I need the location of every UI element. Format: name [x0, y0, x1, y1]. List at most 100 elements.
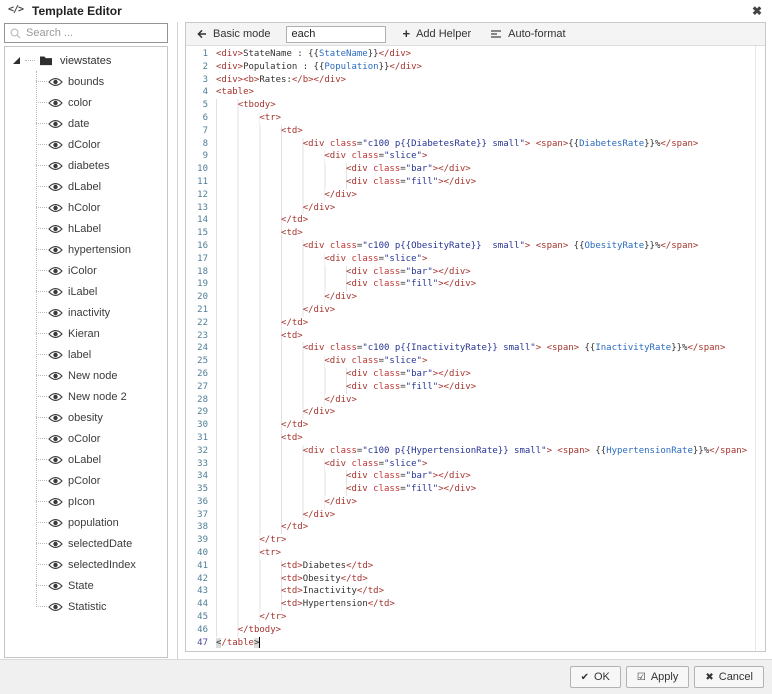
code-line[interactable]: 18 <div class="bar"></div>	[186, 266, 765, 279]
tree-item-label: State	[68, 580, 94, 592]
tree-item-label: color	[68, 97, 92, 109]
tree-item-hypertension[interactable]: hypertension	[5, 239, 167, 260]
code-line[interactable]: 41 <td>Diabetes</td>	[186, 560, 765, 573]
code-line[interactable]: 43 <td>Inactivity</td>	[186, 585, 765, 598]
code-line[interactable]: 19 <div class="fill"></div>	[186, 278, 765, 291]
line-number: 8	[186, 138, 208, 151]
code-line[interactable]: 42 <td>Obesity</td>	[186, 573, 765, 586]
auto-format-button[interactable]: Auto-format	[487, 26, 568, 42]
code-line[interactable]: 36 </div>	[186, 496, 765, 509]
scrollbar-track[interactable]	[755, 46, 756, 651]
expand-triangle-icon[interactable]	[12, 56, 21, 65]
code-line[interactable]: 12 </div>	[186, 189, 765, 202]
ok-button[interactable]: ✔ OK	[570, 666, 621, 688]
code-line[interactable]: 24 <div class="c100 p{{InactivityRate}} …	[186, 342, 765, 355]
cancel-button[interactable]: ✖ Cancel	[694, 666, 764, 688]
tree-root-viewstates[interactable]: viewstates	[5, 50, 167, 71]
code-line[interactable]: 37 </div>	[186, 509, 765, 522]
code-line[interactable]: 32 <div class="c100 p{{HypertensionRate}…	[186, 445, 765, 458]
tree-item-ilabel[interactable]: iLabel	[5, 281, 167, 302]
code-line[interactable]: 9 <div class="slice">	[186, 150, 765, 163]
code-line[interactable]: 33 <div class="slice">	[186, 458, 765, 471]
code-line[interactable]: 2<div>Population : {{Population}}</div>	[186, 61, 765, 74]
code-line[interactable]: 11 <div class="fill"></div>	[186, 176, 765, 189]
code-line[interactable]: 20 </div>	[186, 291, 765, 304]
code-line[interactable]: 22 </td>	[186, 317, 765, 330]
code-line[interactable]: 7 <td>	[186, 125, 765, 138]
tree-item-ocolor[interactable]: oColor	[5, 428, 167, 449]
tree-item-color[interactable]: color	[5, 92, 167, 113]
tree-item-statistic[interactable]: Statistic	[5, 596, 167, 617]
code-line[interactable]: 26 <div class="bar"></div>	[186, 368, 765, 381]
close-button[interactable]: ✖	[752, 2, 762, 20]
tree-item-label[interactable]: label	[5, 344, 167, 365]
tree-item-icolor[interactable]: iColor	[5, 260, 167, 281]
code-line[interactable]: 46 </tbody>	[186, 624, 765, 637]
eye-icon	[48, 161, 63, 171]
line-number: 22	[186, 317, 208, 330]
code-line[interactable]: 29 </div>	[186, 406, 765, 419]
code-line[interactable]: 10 <div class="bar"></div>	[186, 163, 765, 176]
tree-item-inactivity[interactable]: inactivity	[5, 302, 167, 323]
code-line[interactable]: 25 <div class="slice">	[186, 355, 765, 368]
code-line[interactable]: 17 <div class="slice">	[186, 253, 765, 266]
code-text: <td>Hypertension</td>	[216, 598, 395, 611]
code-line[interactable]: 6 <tr>	[186, 112, 765, 125]
apply-button[interactable]: ☑ Apply	[626, 666, 690, 688]
helper-name-input[interactable]	[286, 26, 386, 43]
tree-item-bounds[interactable]: bounds	[5, 71, 167, 92]
code-line[interactable]: 16 <div class="c100 p{{ObesityRate}} sma…	[186, 240, 765, 253]
code-line[interactable]: 15 <td>	[186, 227, 765, 240]
code-line[interactable]: 40 <tr>	[186, 547, 765, 560]
code-line[interactable]: 8 <div class="c100 p{{DiabetesRate}} sma…	[186, 138, 765, 151]
pane-divider[interactable]	[177, 22, 178, 659]
tree-item-olabel[interactable]: oLabel	[5, 449, 167, 470]
tree-item-hlabel[interactable]: hLabel	[5, 218, 167, 239]
basic-mode-button[interactable]: Basic mode	[194, 26, 273, 42]
tree-item-state[interactable]: State	[5, 575, 167, 596]
tree-item-date[interactable]: date	[5, 113, 167, 134]
code-line[interactable]: 30 </td>	[186, 419, 765, 432]
code-line[interactable]: 31 <td>	[186, 432, 765, 445]
code-line[interactable]: 39 </tr>	[186, 534, 765, 547]
search-icon	[10, 28, 21, 39]
code-line[interactable]: 44 <td>Hypertension</td>	[186, 598, 765, 611]
tree-item-new-node[interactable]: New node	[5, 365, 167, 386]
tree-item-picon[interactable]: pIcon	[5, 491, 167, 512]
tree-item-kieran[interactable]: Kieran	[5, 323, 167, 344]
line-number: 32	[186, 445, 208, 458]
line-number: 25	[186, 355, 208, 368]
code-icon: </>	[8, 4, 23, 15]
code-line[interactable]: 47</table>	[186, 637, 765, 650]
code-line[interactable]: 4<table>	[186, 86, 765, 99]
code-line[interactable]: 3<div><b>Rates:</b></div>	[186, 74, 765, 87]
code-text: </div>	[216, 202, 335, 215]
tree-item-diabetes[interactable]: diabetes	[5, 155, 167, 176]
code-line[interactable]: 38 </td>	[186, 521, 765, 534]
eye-icon	[48, 350, 63, 360]
tree-item-selecteddate[interactable]: selectedDate	[5, 533, 167, 554]
tree-item-dcolor[interactable]: dColor	[5, 134, 167, 155]
tree-item-hcolor[interactable]: hColor	[5, 197, 167, 218]
code-line[interactable]: 14 </td>	[186, 214, 765, 227]
code-line[interactable]: 27 <div class="fill"></div>	[186, 381, 765, 394]
code-line[interactable]: 5 <tbody>	[186, 99, 765, 112]
tree-item-obesity[interactable]: obesity	[5, 407, 167, 428]
search-input[interactable]	[26, 27, 168, 39]
tree-item-selectedindex[interactable]: selectedIndex	[5, 554, 167, 575]
code-line[interactable]: 34 <div class="bar"></div>	[186, 470, 765, 483]
tree-item-pcolor[interactable]: pColor	[5, 470, 167, 491]
code-line[interactable]: 28 </div>	[186, 394, 765, 407]
code-editor[interactable]: 1<div>StateName : {{StateName}}</div>2<d…	[186, 46, 765, 651]
tree-item-new-node-2[interactable]: New node 2	[5, 386, 167, 407]
tree-item-dlabel[interactable]: dLabel	[5, 176, 167, 197]
tree-root-label: viewstates	[60, 55, 111, 67]
code-line[interactable]: 35 <div class="fill"></div>	[186, 483, 765, 496]
code-line[interactable]: 1<div>StateName : {{StateName}}</div>	[186, 48, 765, 61]
code-line[interactable]: 23 <td>	[186, 330, 765, 343]
code-line[interactable]: 45 </tr>	[186, 611, 765, 624]
code-line[interactable]: 13 </div>	[186, 202, 765, 215]
tree-item-population[interactable]: population	[5, 512, 167, 533]
add-helper-button[interactable]: + Add Helper	[399, 26, 474, 42]
code-line[interactable]: 21 </div>	[186, 304, 765, 317]
